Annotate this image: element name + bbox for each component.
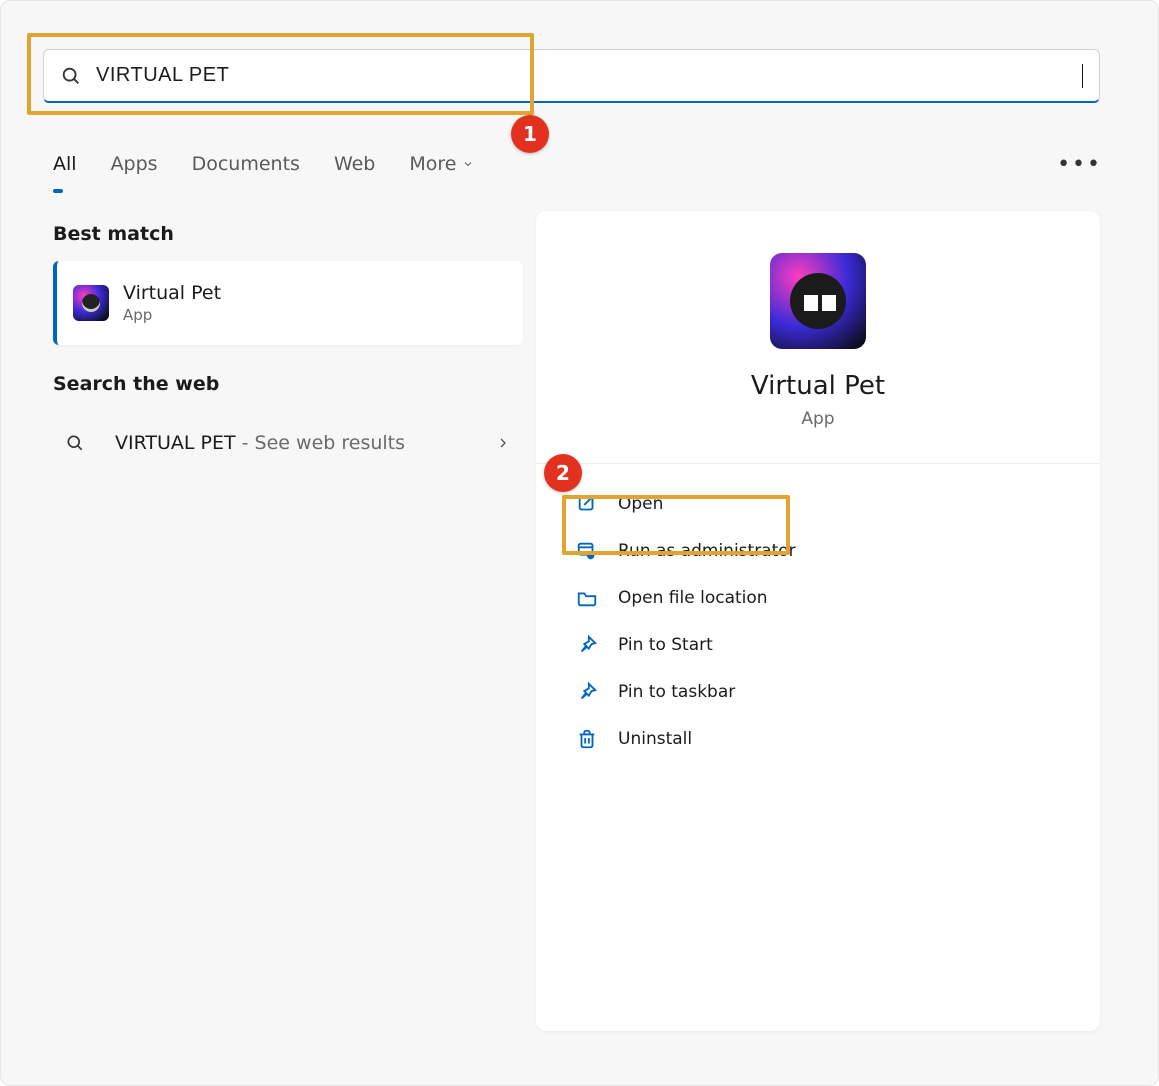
more-options-button[interactable]: ••• xyxy=(1057,152,1102,177)
action-pin-to-taskbar[interactable]: Pin to taskbar xyxy=(568,668,1068,715)
web-search-label: VIRTUAL PET - See web results xyxy=(115,432,405,454)
trash-icon xyxy=(576,728,598,750)
action-list: Open Run as administrator Open file loca… xyxy=(568,480,1068,762)
web-search-row[interactable]: VIRTUAL PET - See web results xyxy=(53,411,523,475)
search-icon xyxy=(60,65,82,87)
tab-all[interactable]: All xyxy=(53,147,77,181)
action-label: Run as administrator xyxy=(618,541,796,561)
action-label: Pin to Start xyxy=(618,635,713,655)
open-icon xyxy=(576,493,598,515)
action-label: Open file location xyxy=(618,588,768,608)
tab-web[interactable]: Web xyxy=(334,147,375,181)
best-match-result[interactable]: Virtual Pet App xyxy=(53,261,523,345)
tab-documents[interactable]: Documents xyxy=(192,147,300,181)
app-icon-small xyxy=(73,285,109,321)
action-label: Open xyxy=(618,494,663,514)
search-window: All Apps Documents Web More ••• Best mat… xyxy=(0,0,1159,1086)
action-label: Uninstall xyxy=(618,729,692,749)
app-icon-large xyxy=(770,253,866,349)
chevron-right-icon xyxy=(495,435,511,451)
pin-icon xyxy=(576,681,598,703)
tab-more-label: More xyxy=(409,153,456,175)
annotation-badge-2: 2 xyxy=(544,454,582,492)
action-label: Pin to taskbar xyxy=(618,682,735,702)
preview-subtitle: App xyxy=(568,409,1068,429)
divider xyxy=(536,463,1100,464)
action-open-file-location[interactable]: Open file location xyxy=(568,574,1068,621)
search-input[interactable] xyxy=(96,64,1090,87)
search-bar[interactable] xyxy=(43,49,1100,103)
preview-panel: Virtual Pet App Open Run as administrato… xyxy=(536,211,1100,1031)
search-bar-wrapper xyxy=(43,49,1100,103)
best-match-heading: Best match xyxy=(53,223,523,245)
tab-more[interactable]: More xyxy=(409,147,474,181)
pin-icon xyxy=(576,634,598,656)
action-run-as-admin[interactable]: Run as administrator xyxy=(568,527,1068,574)
shield-window-icon xyxy=(576,540,598,562)
best-match-title: Virtual Pet xyxy=(123,282,221,306)
web-search-query: VIRTUAL PET xyxy=(115,432,236,454)
web-search-suffix: - See web results xyxy=(236,432,405,454)
filter-tabs: All Apps Documents Web More ••• xyxy=(53,141,1102,187)
preview-title: Virtual Pet xyxy=(568,371,1068,401)
action-uninstall[interactable]: Uninstall xyxy=(568,715,1068,762)
best-match-subtitle: App xyxy=(123,306,221,324)
chevron-down-icon xyxy=(462,158,474,170)
tab-apps[interactable]: Apps xyxy=(111,147,158,181)
action-pin-to-start[interactable]: Pin to Start xyxy=(568,621,1068,668)
best-match-text: Virtual Pet App xyxy=(123,282,221,324)
folder-icon xyxy=(576,587,598,609)
results-column: Best match Virtual Pet App Search the we… xyxy=(53,223,523,475)
search-web-heading: Search the web xyxy=(53,373,523,395)
annotation-badge-1: 1 xyxy=(511,115,549,153)
action-open[interactable]: Open xyxy=(568,480,1068,527)
text-caret xyxy=(1082,64,1083,88)
search-icon xyxy=(65,433,85,453)
